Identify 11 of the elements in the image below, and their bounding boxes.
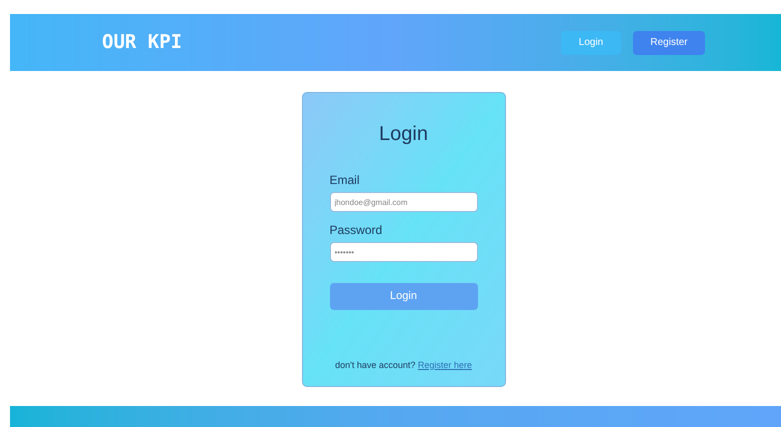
login-title: Login — [378, 122, 429, 147]
register-link[interactable]: Register here — [418, 360, 472, 370]
field-label: Password — [330, 222, 384, 239]
login-button[interactable]: Login — [561, 30, 621, 54]
submit-button[interactable]: Login — [330, 283, 478, 310]
field-label: Email — [330, 172, 361, 189]
password-field[interactable]: ••••••• — [330, 242, 478, 262]
register-button[interactable]: Register — [633, 30, 705, 54]
logo: OUR KPI — [102, 30, 182, 56]
email-field[interactable]: jhondoe@gmail.com — [330, 192, 478, 212]
register-prompt: don't have account? Register here — [334, 358, 473, 372]
